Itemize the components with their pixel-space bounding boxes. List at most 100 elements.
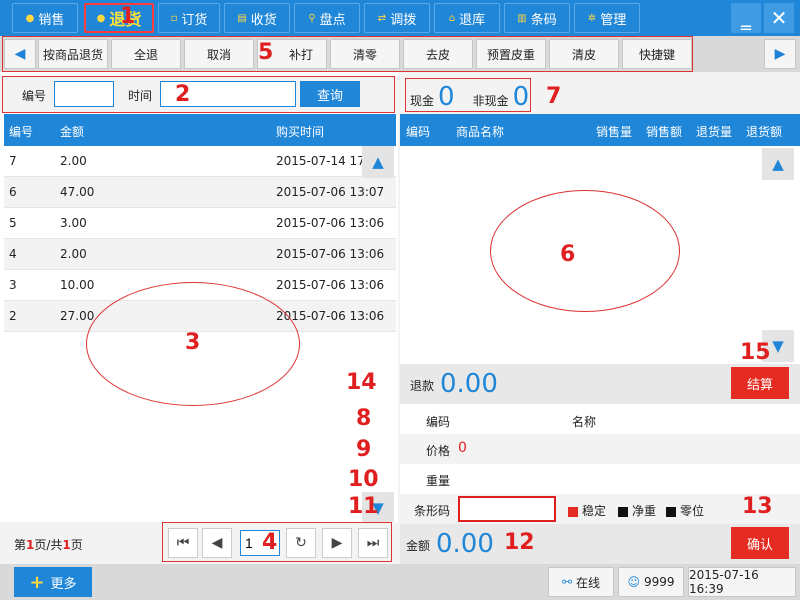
id-input[interactable] xyxy=(54,81,114,107)
first-page-button[interactable]: ⏮ xyxy=(168,528,198,558)
zero-indicator-icon xyxy=(666,506,676,517)
orders-scroll-up-button[interactable]: ▲ xyxy=(362,146,394,178)
code-label: 编码 xyxy=(426,415,451,429)
plus-icon: + xyxy=(29,571,45,593)
up-arrow-icon: ▲ xyxy=(372,153,384,171)
status-bar: + 更多 ⚯ 在线 ☺ 9999 2015-07-16 16:39 xyxy=(0,564,800,600)
noncash-label: 非现金 xyxy=(472,94,509,108)
dot-icon: ● xyxy=(96,12,106,24)
col-id: 编号 xyxy=(9,125,34,139)
col-return-qty: 退货量 xyxy=(696,125,733,139)
annotation-5: 5 xyxy=(258,40,274,65)
annotation-10: 10 xyxy=(348,467,379,492)
net-weight-indicator-icon xyxy=(618,506,628,517)
price-value: 0 xyxy=(458,440,467,456)
table-row[interactable]: 7 2.00 2015-07-14 17:54 xyxy=(4,146,396,177)
annotation-3: 3 xyxy=(185,330,201,355)
page-info: 第1页/共1页 xyxy=(14,538,83,552)
barcode-icon: ▥ xyxy=(517,12,527,24)
tab-return-stock[interactable]: ⌂ 退库 xyxy=(434,3,500,33)
left-arrow-icon: ◀ xyxy=(14,46,26,62)
return-by-product-button[interactable]: 按商品退货 xyxy=(38,39,108,69)
amount-label: 金额 xyxy=(406,539,431,553)
settle-button[interactable]: 结算 xyxy=(731,367,789,399)
prev-page-icon: ◀ xyxy=(211,535,223,551)
toolbar: ◀ 按商品退货 全退 取消 补打 清零 去皮 预置皮重 清皮 快捷键 ▶ xyxy=(0,36,800,72)
link-icon: ⚯ xyxy=(561,575,573,589)
items-scroll-up-button[interactable]: ▲ xyxy=(762,148,794,180)
close-button[interactable]: ✕ xyxy=(764,3,794,33)
table-row[interactable]: 6 47.00 2015-07-06 13:07 xyxy=(4,177,396,208)
table-row[interactable]: 4 2.00 2015-07-06 13:06 xyxy=(4,239,396,270)
net-weight-indicator: 净重 xyxy=(618,502,656,519)
cash-label: 现金 xyxy=(410,94,435,108)
tab-barcode[interactable]: ▥ 条码 xyxy=(504,3,570,33)
zero-indicator: 零位 xyxy=(666,502,704,519)
query-button[interactable]: 查询 xyxy=(300,81,360,107)
confirm-button[interactable]: 确认 xyxy=(731,527,789,559)
product-detail: 编码 名称 价格 0 重量 xyxy=(400,404,800,494)
user-icon: ☺ xyxy=(627,575,640,589)
tab-receiving[interactable]: ▤ 收货 xyxy=(224,3,290,33)
annotation-7: 7 xyxy=(546,84,562,109)
tab-returns[interactable]: ● 退货 xyxy=(84,3,154,33)
annotation-2: 2 xyxy=(175,82,191,107)
prev-page-button[interactable]: ◀ xyxy=(202,528,232,558)
next-page-icon: ▶ xyxy=(331,535,343,551)
tab-orders[interactable]: ▫ 订货 xyxy=(158,3,220,33)
tab-sales[interactable]: ● 销售 xyxy=(12,3,78,33)
down-arrow-icon: ▼ xyxy=(772,337,784,355)
last-page-button[interactable]: ⏭ xyxy=(358,528,388,558)
toolbar-prev-button[interactable]: ◀ xyxy=(4,39,36,69)
toolbar-next-button[interactable]: ▶ xyxy=(764,39,796,69)
cash-value: 0 xyxy=(438,82,455,112)
col-product-name: 商品名称 xyxy=(456,125,505,139)
gear-icon: ✲ xyxy=(587,12,597,24)
minimize-button[interactable]: ‗ xyxy=(731,3,761,33)
tare-button[interactable]: 去皮 xyxy=(403,39,473,69)
swap-icon: ⇄ xyxy=(377,12,387,24)
more-button[interactable]: + 更多 xyxy=(14,567,92,597)
price-label: 价格 xyxy=(426,444,451,458)
minimize-icon: ‗ xyxy=(741,6,751,30)
payment-summary: 现金 0 非现金 0 xyxy=(410,82,529,112)
close-icon: ✕ xyxy=(770,6,788,30)
tab-inventory[interactable]: ⚲ 盘点 xyxy=(294,3,360,33)
shortcut-button[interactable]: 快捷键 xyxy=(622,39,692,69)
refresh-button[interactable]: ↻ xyxy=(286,528,316,558)
next-page-button[interactable]: ▶ xyxy=(322,528,352,558)
clear-zero-button[interactable]: 清零 xyxy=(330,39,400,69)
col-return-amount: 退货额 xyxy=(746,125,783,139)
annotation-12: 12 xyxy=(504,530,535,555)
preset-tare-button[interactable]: 预置皮重 xyxy=(476,39,546,69)
last-page-icon: ⏭ xyxy=(366,535,380,551)
refund-label: 退款 xyxy=(410,379,435,393)
tab-transfer[interactable]: ⇄ 调拨 xyxy=(364,3,430,33)
annotation-ellipse-items xyxy=(490,190,680,312)
orders-table-header: 编号 金额 购买时间 xyxy=(4,114,396,146)
refund-value: 0.00 xyxy=(440,369,498,399)
first-page-icon: ⏮ xyxy=(176,535,190,551)
barcode-label: 条形码 xyxy=(414,504,451,518)
col-code: 编码 xyxy=(406,125,431,139)
table-row[interactable]: 5 3.00 2015-07-06 13:06 xyxy=(4,208,396,239)
annotation-9: 9 xyxy=(356,437,372,462)
items-table-header: 编码 商品名称 销售量 销售额 退货量 退货额 xyxy=(400,114,800,146)
annotation-1: 1 xyxy=(120,4,136,29)
cancel-button[interactable]: 取消 xyxy=(184,39,254,69)
name-label: 名称 xyxy=(572,415,597,429)
dot-icon: ● xyxy=(25,12,35,24)
tab-manage[interactable]: ✲ 管理 xyxy=(574,3,640,33)
clear-tare-button[interactable]: 清皮 xyxy=(549,39,619,69)
online-status: ⚯ 在线 xyxy=(548,567,614,597)
noncash-value: 0 xyxy=(512,82,530,112)
barcode-input[interactable] xyxy=(458,496,556,522)
document-icon: ▤ xyxy=(237,12,247,24)
annotation-11: 11 xyxy=(348,494,379,519)
amount-value: 0.00 xyxy=(436,529,494,559)
search-bar: 编号 时间 查询 xyxy=(0,76,398,112)
return-all-button[interactable]: 全退 xyxy=(111,39,181,69)
id-label: 编号 xyxy=(22,89,47,103)
annotation-15: 15 xyxy=(740,340,771,365)
weight-label: 重量 xyxy=(426,474,451,488)
